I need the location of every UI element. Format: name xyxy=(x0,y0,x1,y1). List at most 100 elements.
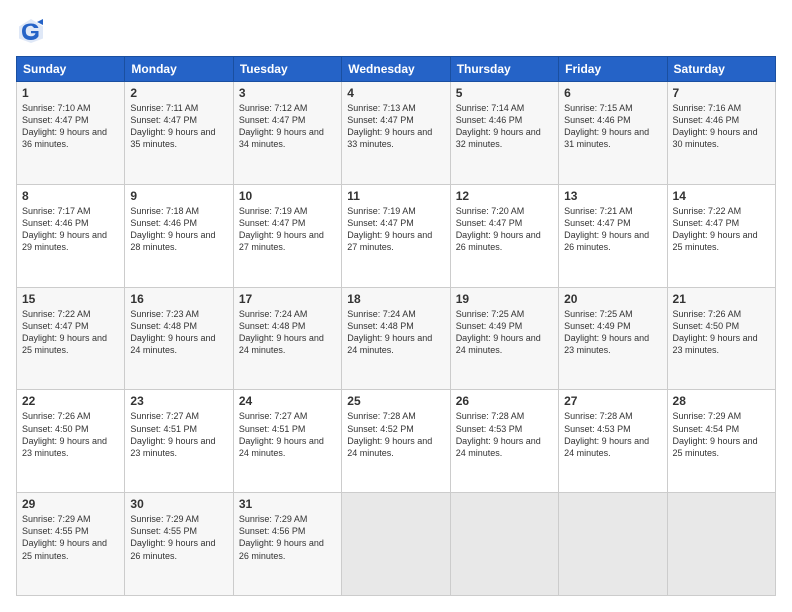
day-number: 28 xyxy=(673,394,770,408)
page: SundayMondayTuesdayWednesdayThursdayFrid… xyxy=(0,0,792,612)
day-number: 2 xyxy=(130,86,227,100)
day-number: 20 xyxy=(564,292,661,306)
calendar-day-cell: 7Sunrise: 7:16 AM Sunset: 4:46 PM Daylig… xyxy=(667,82,775,185)
calendar-day-cell: 2 Sunrise: 7:11 AM Sunset: 4:47 PM Daylig… xyxy=(125,82,233,185)
calendar-day-cell: 8 Sunrise: 7:17 AM Sunset: 4:46 PM Daylig… xyxy=(17,184,125,287)
weekday-header: Friday xyxy=(559,57,667,82)
day-info: Sunrise: 7:11 AM Sunset: 4:47 PM Dayligh… xyxy=(130,102,227,151)
weekday-header: Wednesday xyxy=(342,57,450,82)
day-info: Sunrise: 7:29 AM Sunset: 4:55 PM Dayligh… xyxy=(130,513,227,562)
calendar-day-cell: 20 Sunrise: 7:25 AM Sunset: 4:49 PM Dayli… xyxy=(559,287,667,390)
calendar-day-cell: 13Sunrise: 7:21 AM Sunset: 4:47 PM Dayli… xyxy=(559,184,667,287)
calendar-day-cell: 25 Sunrise: 7:28 AM Sunset: 4:52 PM Dayli… xyxy=(342,390,450,493)
day-number: 13 xyxy=(564,189,661,203)
day-number: 30 xyxy=(130,497,227,511)
day-number: 11 xyxy=(347,189,444,203)
calendar-day-cell: 1 Sunrise: 7:10 AM Sunset: 4:47 PM Daylig… xyxy=(17,82,125,185)
calendar-day-cell: 26 Sunrise: 7:28 AM Sunset: 4:53 PM Dayli… xyxy=(450,390,558,493)
day-number: 8 xyxy=(22,189,119,203)
day-info: Sunrise: 7:28 AM Sunset: 4:53 PM Dayligh… xyxy=(564,410,661,459)
day-number: 24 xyxy=(239,394,336,408)
day-info: Sunrise: 7:26 AM Sunset: 4:50 PM Dayligh… xyxy=(673,308,770,357)
calendar-day-cell: 14 Sunrise: 7:22 AM Sunset: 4:47 PM Dayli… xyxy=(667,184,775,287)
calendar-day-cell: 24 Sunrise: 7:27 AM Sunset: 4:51 PM Dayli… xyxy=(233,390,341,493)
calendar-day-cell: 16 Sunrise: 7:23 AM Sunset: 4:48 PM Dayli… xyxy=(125,287,233,390)
day-info: Sunrise: 7:29 AM Sunset: 4:56 PM Dayligh… xyxy=(239,513,336,562)
day-number: 26 xyxy=(456,394,553,408)
day-info: Sunrise: 7:27 AM Sunset: 4:51 PM Dayligh… xyxy=(239,410,336,459)
day-number: 4 xyxy=(347,86,444,100)
calendar-day-cell: 23Sunrise: 7:27 AM Sunset: 4:51 PM Dayli… xyxy=(125,390,233,493)
calendar-day-cell: 4 Sunrise: 7:13 AM Sunset: 4:47 PM Daylig… xyxy=(342,82,450,185)
day-number: 19 xyxy=(456,292,553,306)
calendar-day-cell: 11 Sunrise: 7:19 AM Sunset: 4:47 PM Dayli… xyxy=(342,184,450,287)
calendar-week-row: 1 Sunrise: 7:10 AM Sunset: 4:47 PM Daylig… xyxy=(17,82,776,185)
day-number: 5 xyxy=(456,86,553,100)
weekday-header: Saturday xyxy=(667,57,775,82)
day-info: Sunrise: 7:23 AM Sunset: 4:48 PM Dayligh… xyxy=(130,308,227,357)
weekday-header: Thursday xyxy=(450,57,558,82)
day-number: 17 xyxy=(239,292,336,306)
day-info: Sunrise: 7:18 AM Sunset: 4:46 PM Dayligh… xyxy=(130,205,227,254)
day-info: Sunrise: 7:26 AM Sunset: 4:50 PM Dayligh… xyxy=(22,410,119,459)
calendar-week-row: 8 Sunrise: 7:17 AM Sunset: 4:46 PM Daylig… xyxy=(17,184,776,287)
weekday-header: Monday xyxy=(125,57,233,82)
calendar-day-cell: 22 Sunrise: 7:26 AM Sunset: 4:50 PM Dayli… xyxy=(17,390,125,493)
calendar-day-cell: 5 Sunrise: 7:14 AM Sunset: 4:46 PM Daylig… xyxy=(450,82,558,185)
day-number: 25 xyxy=(347,394,444,408)
day-info: Sunrise: 7:24 AM Sunset: 4:48 PM Dayligh… xyxy=(347,308,444,357)
day-number: 14 xyxy=(673,189,770,203)
calendar-day-cell xyxy=(450,493,558,596)
header xyxy=(16,16,776,46)
day-number: 3 xyxy=(239,86,336,100)
day-info: Sunrise: 7:17 AM Sunset: 4:46 PM Dayligh… xyxy=(22,205,119,254)
day-number: 7 xyxy=(673,86,770,100)
weekday-header: Tuesday xyxy=(233,57,341,82)
day-info: Sunrise: 7:13 AM Sunset: 4:47 PM Dayligh… xyxy=(347,102,444,151)
calendar-day-cell: 28 Sunrise: 7:29 AM Sunset: 4:54 PM Dayli… xyxy=(667,390,775,493)
calendar-week-row: 22 Sunrise: 7:26 AM Sunset: 4:50 PM Dayli… xyxy=(17,390,776,493)
day-number: 23 xyxy=(130,394,227,408)
day-number: 6 xyxy=(564,86,661,100)
day-number: 29 xyxy=(22,497,119,511)
day-number: 15 xyxy=(22,292,119,306)
day-number: 27 xyxy=(564,394,661,408)
calendar-day-cell: 19 Sunrise: 7:25 AM Sunset: 4:49 PM Dayli… xyxy=(450,287,558,390)
day-number: 1 xyxy=(22,86,119,100)
day-info: Sunrise: 7:19 AM Sunset: 4:47 PM Dayligh… xyxy=(347,205,444,254)
calendar-day-cell: 21Sunrise: 7:26 AM Sunset: 4:50 PM Dayli… xyxy=(667,287,775,390)
day-info: Sunrise: 7:28 AM Sunset: 4:52 PM Dayligh… xyxy=(347,410,444,459)
calendar-week-row: 15Sunrise: 7:22 AM Sunset: 4:47 PM Dayli… xyxy=(17,287,776,390)
calendar-day-cell: 30 Sunrise: 7:29 AM Sunset: 4:55 PM Dayli… xyxy=(125,493,233,596)
day-info: Sunrise: 7:14 AM Sunset: 4:46 PM Dayligh… xyxy=(456,102,553,151)
day-info: Sunrise: 7:22 AM Sunset: 4:47 PM Dayligh… xyxy=(673,205,770,254)
day-info: Sunrise: 7:28 AM Sunset: 4:53 PM Dayligh… xyxy=(456,410,553,459)
logo xyxy=(16,16,50,46)
calendar-day-cell: 27 Sunrise: 7:28 AM Sunset: 4:53 PM Dayli… xyxy=(559,390,667,493)
day-number: 31 xyxy=(239,497,336,511)
day-number: 12 xyxy=(456,189,553,203)
day-info: Sunrise: 7:25 AM Sunset: 4:49 PM Dayligh… xyxy=(456,308,553,357)
day-info: Sunrise: 7:25 AM Sunset: 4:49 PM Dayligh… xyxy=(564,308,661,357)
day-info: Sunrise: 7:19 AM Sunset: 4:47 PM Dayligh… xyxy=(239,205,336,254)
day-number: 18 xyxy=(347,292,444,306)
day-number: 22 xyxy=(22,394,119,408)
calendar-week-row: 29 Sunrise: 7:29 AM Sunset: 4:55 PM Dayli… xyxy=(17,493,776,596)
calendar-day-cell: 12Sunrise: 7:20 AM Sunset: 4:47 PM Dayli… xyxy=(450,184,558,287)
calendar-table: SundayMondayTuesdayWednesdayThursdayFrid… xyxy=(16,56,776,596)
day-number: 16 xyxy=(130,292,227,306)
calendar-day-cell: 3 Sunrise: 7:12 AM Sunset: 4:47 PM Daylig… xyxy=(233,82,341,185)
day-number: 9 xyxy=(130,189,227,203)
day-info: Sunrise: 7:10 AM Sunset: 4:47 PM Dayligh… xyxy=(22,102,119,151)
calendar-day-cell: 31 Sunrise: 7:29 AM Sunset: 4:56 PM Dayli… xyxy=(233,493,341,596)
calendar-day-cell: 10Sunrise: 7:19 AM Sunset: 4:47 PM Dayli… xyxy=(233,184,341,287)
calendar-day-cell: 29Sunrise: 7:29 AM Sunset: 4:55 PM Dayli… xyxy=(17,493,125,596)
day-info: Sunrise: 7:15 AM Sunset: 4:46 PM Dayligh… xyxy=(564,102,661,151)
calendar-day-cell xyxy=(342,493,450,596)
calendar-day-cell xyxy=(667,493,775,596)
day-info: Sunrise: 7:29 AM Sunset: 4:54 PM Dayligh… xyxy=(673,410,770,459)
day-info: Sunrise: 7:12 AM Sunset: 4:47 PM Dayligh… xyxy=(239,102,336,151)
calendar-day-cell: 9 Sunrise: 7:18 AM Sunset: 4:46 PM Daylig… xyxy=(125,184,233,287)
day-info: Sunrise: 7:24 AM Sunset: 4:48 PM Dayligh… xyxy=(239,308,336,357)
weekday-header: Sunday xyxy=(17,57,125,82)
